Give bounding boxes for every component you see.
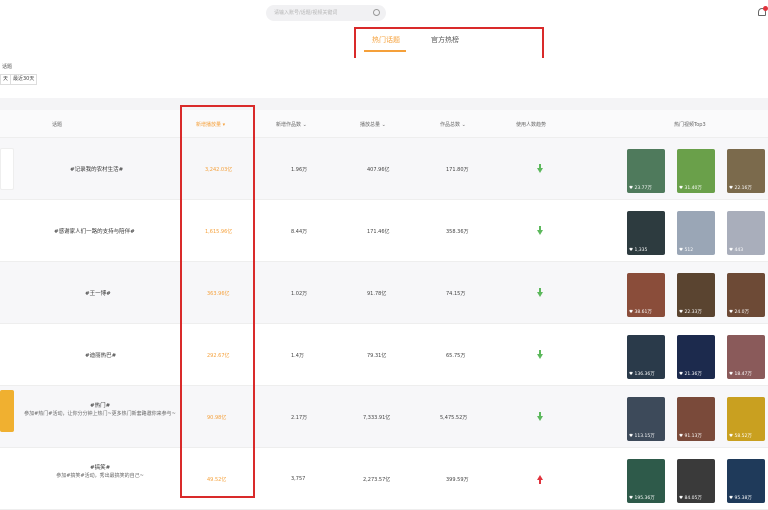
header-topic: 话题 [52,122,63,128]
table-row[interactable]: #王一博# 363.96亿 1.02万 91.78亿 74.15万 ♥ 38.61万 ♥ 2… [0,262,768,324]
trend-down-icon [537,226,543,235]
header-plays-total[interactable]: 播放总量 ⌄ [360,121,386,128]
topic-title[interactable]: #热门# [90,401,110,409]
topic-title[interactable]: #记录我的农村生活# [70,165,123,173]
trend-down-icon [537,288,543,297]
video-likes: ♥ 31.40万 [679,186,702,191]
hot-video-thumbnail[interactable]: ♥ 18.47万 [727,335,765,379]
topic-description: 参加#热门#活动，让你分分钟上热门~更多热门新套路邀你来参与~ [24,411,176,417]
hot-video-thumbnail[interactable]: ♥ 113.15万 [627,397,665,441]
topic-title[interactable]: #迪丽热巴# [85,351,116,359]
trend-down-icon [537,164,543,173]
cell-works-total: 74.15万 [446,291,466,297]
search-icon[interactable] [373,9,380,16]
table-header: 话题 新增播放量 ▾ 新增作品数 ⌄ 播放总量 ⌄ 作品总数 ⌄ 使用人数趋势 … [0,110,768,138]
cell-plays-total: 91.78亿 [367,291,387,297]
hot-video-thumbnail[interactable]: ♥ 58.52万 [727,397,765,441]
filter-label: 话题 [2,64,13,70]
topic-cover-image [0,390,14,432]
hot-video-thumbnail[interactable]: ♥ 443 [727,211,765,255]
table-row[interactable]: #迪丽热巴# 292.67亿 1.4万 79.31亿 65.75万 ♥ 136.36万 ♥ … [0,324,768,386]
video-likes: ♥ 58.52万 [729,434,752,439]
hot-video-thumbnail[interactable]: ♥ 84.05万 [677,459,715,503]
hot-video-thumbnail[interactable]: ♥ 91.13万 [677,397,715,441]
hot-video-thumbnail[interactable]: ♥ 136.36万 [627,335,665,379]
cell-plays-total: 2,273.57亿 [363,477,391,483]
hot-video-thumbnail[interactable]: ♥ 21.36万 [677,335,715,379]
topic-cover-image [0,148,14,190]
trend-up-icon [537,475,543,484]
video-likes: ♥ 22.16万 [729,186,752,191]
topic-description: 参加#搞笑#活动，秀出最搞笑的自己~ [56,473,144,479]
hot-video-thumbnail[interactable]: ♥ 24.0万 [727,273,765,317]
search-placeholder: 请输入账号/话题/视频关键词 [274,10,338,16]
video-likes: ♥ 113.15万 [629,434,655,439]
topic-title[interactable]: #搞笑# [90,463,110,471]
cell-new-works: 1.02万 [291,291,308,297]
header-hot-videos: 热门视频Top3 [674,122,706,128]
cell-works-total: 65.75万 [446,353,466,359]
hot-video-thumbnail[interactable]: ♥ 95.38万 [727,459,765,503]
cell-works-total: 5,475.52万 [440,415,468,421]
video-likes: ♥ 24.0万 [729,310,749,315]
cell-new-works: 1.96万 [291,167,308,173]
highlight-box-new-plays [180,105,255,498]
top-bar: 请输入账号/话题/视频关键词 [0,0,768,26]
notification-badge [763,6,768,11]
cell-works-total: 171.80万 [446,167,469,173]
video-likes: ♥ 91.13万 [679,434,702,439]
video-likes: ♥ 136.36万 [629,372,655,377]
video-likes: ♥ 95.38万 [729,496,752,501]
video-likes: ♥ 512 [679,248,694,253]
filter-area: 话题 天 最近30天 [0,58,768,98]
table-row[interactable]: #热门# 参加#热门#活动，让你分分钟上热门~更多热门新套路邀你来参与~ 90.98… [0,386,768,448]
cell-plays-total: 407.96亿 [367,167,390,173]
hot-video-thumbnail[interactable]: ♥ 38.61万 [627,273,665,317]
topics-table: 话题 新增播放量 ▾ 新增作品数 ⌄ 播放总量 ⌄ 作品总数 ⌄ 使用人数趋势 … [0,110,768,510]
hot-video-thumbnail[interactable]: ♥ 31.40万 [677,149,715,193]
hot-video-thumbnail[interactable]: ♥ 1,335 [627,211,665,255]
video-likes: ♥ 23.77万 [629,186,652,191]
cell-new-works: 1.4万 [291,353,304,359]
table-row[interactable]: #记录我的农村生活# 3,242.03亿 1.96万 407.96亿 171.80万 ♥ … [0,138,768,200]
cell-plays-total: 7,333.91亿 [363,415,391,421]
table-row[interactable]: #搞笑# 参加#搞笑#活动，秀出最搞笑的自己~ 49.52亿 3,757 2,273.5… [0,448,768,510]
notification-icon[interactable] [757,6,768,18]
filter-chip-30-days[interactable]: 最近30天 [10,74,38,85]
cell-plays-total: 79.31亿 [367,353,387,359]
topic-title[interactable]: #王一博# [85,289,111,297]
video-likes: ♥ 443 [729,248,744,253]
cell-new-works: 2.17万 [291,415,308,421]
video-likes: ♥ 21.36万 [679,372,702,377]
video-likes: ♥ 84.05万 [679,496,702,501]
hot-video-thumbnail[interactable]: ♥ 512 [677,211,715,255]
video-likes: ♥ 22.33万 [679,310,702,315]
header-works-total[interactable]: 作品总数 ⌄ [440,121,466,128]
video-likes: ♥ 1,335 [629,248,648,253]
video-likes: ♥ 195.36万 [629,496,655,501]
hot-video-thumbnail[interactable]: ♥ 195.36万 [627,459,665,503]
cell-new-works: 8.44万 [291,229,308,235]
trend-down-icon [537,350,543,359]
table-row[interactable]: #感谢家人们一路的支持与陪伴# 1,615.96亿 8.44万 171.46亿 358.… [0,200,768,262]
header-new-works[interactable]: 新增作品数 ⌄ [276,121,307,128]
topic-title[interactable]: #感谢家人们一路的支持与陪伴# [54,227,135,235]
hot-video-thumbnail[interactable]: ♥ 22.33万 [677,273,715,317]
search-input[interactable]: 请输入账号/话题/视频关键词 [266,5,386,21]
video-likes: ♥ 38.61万 [629,310,652,315]
hot-video-thumbnail[interactable]: ♥ 22.16万 [727,149,765,193]
cell-plays-total: 171.46亿 [367,229,390,235]
trend-down-icon [537,412,543,421]
video-likes: ♥ 18.47万 [729,372,752,377]
cell-works-total: 399.59万 [446,477,469,483]
hot-video-thumbnail[interactable]: ♥ 23.77万 [627,149,665,193]
cell-new-works: 3,757 [291,476,306,482]
header-users-trend: 使用人数趋势 [516,122,547,128]
cell-works-total: 358.36万 [446,229,469,235]
